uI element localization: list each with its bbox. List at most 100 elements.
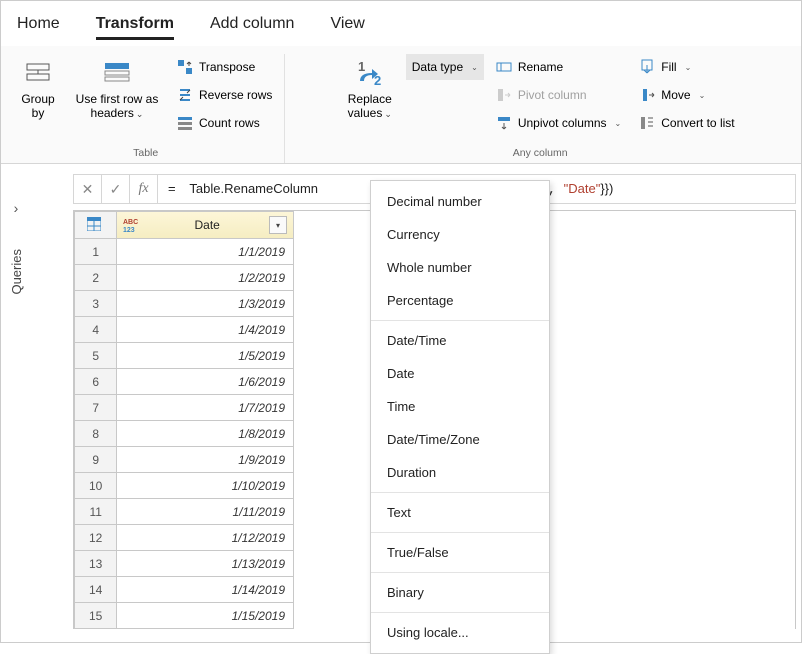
group-by-button[interactable]: Group by (13, 54, 63, 125)
first-row-headers-button[interactable]: Use first row as headers⌄ (69, 54, 165, 125)
menu-item-truefalse[interactable]: True/False (371, 536, 549, 569)
cell-value[interactable]: 1/12/2019 (117, 525, 294, 551)
table-row[interactable]: 61/6/2019 (75, 369, 294, 395)
count-rows-button[interactable]: Count rows (171, 110, 278, 136)
tab-transform[interactable]: Transform (96, 15, 174, 40)
table-row[interactable]: 101/10/2019 (75, 473, 294, 499)
unpivot-columns-label: Unpivot columns (518, 116, 607, 130)
move-button[interactable]: Move ⌄ (633, 82, 740, 108)
svg-text:123: 123 (123, 227, 135, 234)
row-number[interactable]: 4 (75, 317, 117, 343)
column-filter-dropdown[interactable]: ▾ (269, 216, 287, 234)
rename-button[interactable]: Rename (490, 54, 627, 80)
transpose-button[interactable]: Transpose (171, 54, 278, 80)
rename-icon (496, 59, 512, 75)
grid-corner[interactable] (75, 212, 117, 239)
cell-value[interactable]: 1/7/2019 (117, 395, 294, 421)
table-icon (87, 217, 101, 234)
table-row[interactable]: 41/4/2019 (75, 317, 294, 343)
menu-item-dtzone[interactable]: Date/Time/Zone (371, 423, 549, 456)
row-number[interactable]: 13 (75, 551, 117, 577)
menu-separator (371, 612, 549, 613)
first-row-headers-label: Use first row as headers⌄ (75, 92, 159, 121)
menu-separator (371, 320, 549, 321)
table-row[interactable]: 91/9/2019 (75, 447, 294, 473)
menu-item-binary[interactable]: Binary (371, 576, 549, 609)
menu-item-currency[interactable]: Currency (371, 218, 549, 251)
group-by-label: Group by (19, 92, 57, 121)
replace-values-button[interactable]: 12 Replace values⌄ (340, 54, 400, 125)
transpose-icon (177, 59, 193, 75)
queries-sidebar-toggle[interactable]: › Queries (3, 200, 29, 320)
cell-value[interactable]: 1/10/2019 (117, 473, 294, 499)
row-number[interactable]: 15 (75, 603, 117, 629)
formula-accept-button[interactable]: ✓ (102, 175, 130, 203)
row-number[interactable]: 2 (75, 265, 117, 291)
menu-item-whole[interactable]: Whole number (371, 251, 549, 284)
data-type-button[interactable]: Data type ⌄ (406, 54, 484, 80)
convert-to-list-label: Convert to list (661, 116, 734, 130)
table-row[interactable]: 81/8/2019 (75, 421, 294, 447)
count-rows-icon (177, 115, 193, 131)
cell-value[interactable]: 1/13/2019 (117, 551, 294, 577)
row-number[interactable]: 14 (75, 577, 117, 603)
row-number[interactable]: 8 (75, 421, 117, 447)
table-row[interactable]: 21/2/2019 (75, 265, 294, 291)
menu-item-date[interactable]: Date (371, 357, 549, 390)
fill-button[interactable]: Fill ⌄ (633, 54, 740, 80)
cell-value[interactable]: 1/15/2019 (117, 603, 294, 629)
menu-item-locale[interactable]: Using locale... (371, 616, 549, 649)
table-row[interactable]: 141/14/2019 (75, 577, 294, 603)
cell-value[interactable]: 1/2/2019 (117, 265, 294, 291)
menu-item-duration[interactable]: Duration (371, 456, 549, 489)
table-row[interactable]: 151/15/2019 (75, 603, 294, 629)
table-row[interactable]: 31/3/2019 (75, 291, 294, 317)
reverse-rows-button[interactable]: Reverse rows (171, 82, 278, 108)
formula-fx-button[interactable]: fx (130, 175, 158, 203)
table-row[interactable]: 111/11/2019 (75, 499, 294, 525)
menu-item-time[interactable]: Time (371, 390, 549, 423)
menu-item-decimal[interactable]: Decimal number (371, 185, 549, 218)
cell-value[interactable]: 1/3/2019 (117, 291, 294, 317)
tab-home[interactable]: Home (17, 15, 60, 40)
rename-label: Rename (518, 60, 563, 74)
column-header-date[interactable]: ABC123 Date ▾ (117, 212, 294, 239)
row-number[interactable]: 1 (75, 239, 117, 265)
cell-value[interactable]: 1/8/2019 (117, 421, 294, 447)
table-row[interactable]: 51/5/2019 (75, 343, 294, 369)
row-number[interactable]: 9 (75, 447, 117, 473)
tab-view[interactable]: View (330, 15, 364, 40)
pivot-column-icon (496, 87, 512, 103)
menu-item-percentage[interactable]: Percentage (371, 284, 549, 317)
row-number[interactable]: 5 (75, 343, 117, 369)
cell-value[interactable]: 1/6/2019 (117, 369, 294, 395)
reverse-rows-label: Reverse rows (199, 88, 272, 102)
row-number[interactable]: 3 (75, 291, 117, 317)
cell-value[interactable]: 1/5/2019 (117, 343, 294, 369)
menu-item-datetime[interactable]: Date/Time (371, 324, 549, 357)
row-number[interactable]: 7 (75, 395, 117, 421)
row-number[interactable]: 10 (75, 473, 117, 499)
table-row[interactable]: 131/13/2019 (75, 551, 294, 577)
unpivot-columns-icon (496, 115, 512, 131)
cell-value[interactable]: 1/9/2019 (117, 447, 294, 473)
cell-value[interactable]: 1/4/2019 (117, 317, 294, 343)
row-number[interactable]: 11 (75, 499, 117, 525)
cell-value[interactable]: 1/14/2019 (117, 577, 294, 603)
table-row[interactable]: 71/7/2019 (75, 395, 294, 421)
transpose-label: Transpose (199, 60, 255, 74)
convert-to-list-button[interactable]: Convert to list (633, 110, 740, 136)
row-number[interactable]: 12 (75, 525, 117, 551)
column-name: Date (145, 218, 269, 232)
formula-cancel-button[interactable]: ✕ (74, 175, 102, 203)
pivot-column-label: Pivot column (518, 88, 587, 102)
table-row[interactable]: 121/12/2019 (75, 525, 294, 551)
chevron-right-icon: › (14, 200, 19, 216)
cell-value[interactable]: 1/1/2019 (117, 239, 294, 265)
menu-item-text[interactable]: Text (371, 496, 549, 529)
tab-add-column[interactable]: Add column (210, 15, 295, 40)
unpivot-columns-button[interactable]: Unpivot columns ⌄ (490, 110, 627, 136)
cell-value[interactable]: 1/11/2019 (117, 499, 294, 525)
table-row[interactable]: 11/1/2019 (75, 239, 294, 265)
row-number[interactable]: 6 (75, 369, 117, 395)
